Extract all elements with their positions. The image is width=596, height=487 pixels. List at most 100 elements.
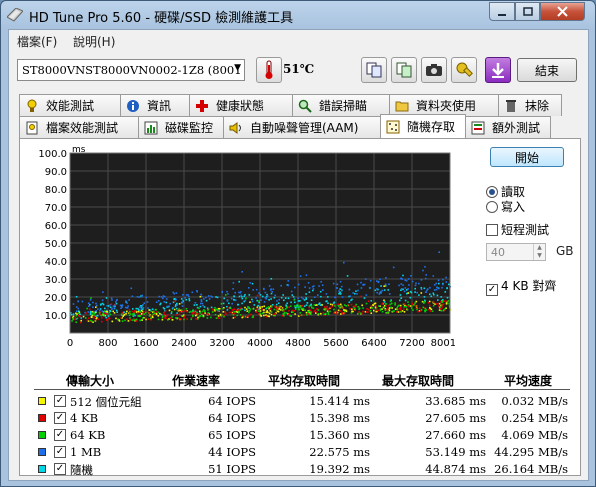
drive-dropdown[interactable]: ST8000VNST8000VN0002-1Z8 (8001 gB ▼ bbox=[17, 59, 245, 81]
tab-disk-monitor-label: 磁碟監控 bbox=[165, 121, 214, 135]
data-point bbox=[211, 311, 214, 313]
series-checkbox[interactable]: ✓ bbox=[54, 463, 66, 475]
copy-text-button[interactable] bbox=[361, 57, 387, 83]
data-point bbox=[388, 283, 390, 285]
data-point bbox=[295, 305, 297, 307]
data-point bbox=[234, 299, 237, 302]
series-checkbox[interactable]: ✓ bbox=[54, 429, 66, 441]
save-button[interactable] bbox=[485, 57, 511, 83]
data-point bbox=[203, 298, 205, 300]
data-point bbox=[238, 309, 240, 311]
data-point bbox=[221, 314, 223, 316]
data-point bbox=[241, 271, 243, 273]
short-test-size-spinner[interactable]: 40 ▲ ▼ bbox=[486, 243, 546, 261]
data-point bbox=[370, 300, 373, 302]
data-point bbox=[222, 302, 225, 305]
tab-disk-monitor[interactable]: 磁碟監控 bbox=[138, 116, 224, 138]
data-point bbox=[276, 307, 278, 309]
average-access-time: 15.360 ms bbox=[309, 428, 370, 442]
write-radio[interactable]: 寫入 bbox=[486, 198, 525, 215]
data-point bbox=[210, 306, 213, 309]
tab-folder-usage[interactable]: 資料夾使用 bbox=[389, 94, 499, 116]
data-point bbox=[367, 300, 370, 302]
wrench-icon bbox=[456, 62, 473, 77]
data-point bbox=[274, 305, 276, 308]
data-point bbox=[259, 294, 262, 296]
data-point bbox=[268, 312, 271, 315]
align-4kb-checkbox[interactable]: ✓ 4 KB 對齊 bbox=[486, 277, 556, 296]
data-point bbox=[72, 315, 75, 318]
data-point bbox=[129, 318, 132, 321]
data-point bbox=[411, 305, 413, 307]
tab-benchmark[interactable]: 效能測試 bbox=[19, 94, 121, 116]
drive-dropdown-value: ST8000VNST8000VN0002-1Z8 (8001 gB bbox=[22, 63, 245, 77]
data-point bbox=[310, 303, 312, 306]
tab-aam[interactable]: 自動噪聲管理(AAM) bbox=[223, 116, 381, 138]
tab-random-access[interactable]: 隨機存取 bbox=[380, 114, 466, 138]
data-point bbox=[399, 304, 402, 307]
screenshot-button[interactable] bbox=[421, 57, 447, 83]
data-point bbox=[357, 312, 359, 315]
data-point bbox=[91, 313, 93, 316]
copy-info-button[interactable] bbox=[391, 57, 417, 83]
short-test-checkbox[interactable]: 短程測試 bbox=[486, 221, 549, 238]
tab-random-access-label: 隨機存取 bbox=[407, 120, 456, 134]
minimize-button[interactable] bbox=[489, 2, 515, 21]
series-checkbox[interactable]: ✓ bbox=[54, 412, 66, 424]
data-point bbox=[172, 291, 175, 294]
tab-file-benchmark[interactable]: 檔案效能測試 bbox=[19, 116, 139, 138]
data-point bbox=[129, 317, 131, 319]
data-point bbox=[85, 312, 87, 314]
data-point bbox=[131, 310, 133, 313]
menu-file[interactable]: 檔案(F) bbox=[17, 33, 57, 50]
data-point bbox=[111, 299, 113, 301]
data-point bbox=[263, 288, 265, 291]
average-access-time: 19.392 ms bbox=[309, 462, 370, 476]
data-point bbox=[280, 284, 282, 287]
tab-error-scan[interactable]: 錯誤掃瞄 bbox=[292, 94, 390, 116]
data-point bbox=[405, 306, 408, 308]
tab-erase[interactable]: 抹除 bbox=[498, 94, 562, 116]
data-point bbox=[135, 307, 138, 310]
data-point bbox=[274, 312, 277, 315]
data-point bbox=[307, 310, 309, 313]
data-point bbox=[100, 314, 103, 317]
maximize-button[interactable] bbox=[515, 2, 540, 21]
data-point bbox=[248, 306, 250, 309]
data-point bbox=[360, 287, 363, 289]
copy-icon bbox=[366, 62, 382, 78]
y-tick-label: 90.0 bbox=[45, 167, 67, 178]
close-button[interactable] bbox=[540, 2, 585, 21]
data-point bbox=[88, 308, 91, 311]
title-bar: HD Tune Pro 5.60 - 硬碟/SSD 檢測維護工具 bbox=[1, 1, 595, 29]
header-divider bbox=[34, 389, 570, 390]
data-point bbox=[423, 296, 426, 298]
data-point bbox=[203, 306, 206, 308]
data-point bbox=[168, 305, 170, 308]
start-button[interactable]: 開始 bbox=[490, 147, 564, 167]
data-point bbox=[333, 312, 335, 314]
data-point bbox=[327, 302, 329, 304]
series-checkbox[interactable]: ✓ bbox=[54, 395, 66, 407]
data-point bbox=[325, 312, 327, 315]
data-point bbox=[87, 311, 89, 313]
exit-button[interactable]: 結束 bbox=[517, 58, 577, 82]
data-point bbox=[444, 291, 447, 293]
data-point bbox=[214, 308, 217, 311]
data-point bbox=[383, 299, 385, 302]
options-button[interactable] bbox=[451, 57, 477, 83]
data-point bbox=[215, 317, 218, 319]
menu-help[interactable]: 說明(H) bbox=[73, 33, 115, 50]
data-point bbox=[290, 305, 292, 307]
temperature-button[interactable] bbox=[256, 57, 282, 83]
tab-info[interactable]: 資訊 bbox=[120, 94, 190, 116]
data-point bbox=[327, 311, 329, 314]
data-point bbox=[152, 313, 155, 316]
series-checkbox[interactable]: ✓ bbox=[54, 446, 66, 458]
tab-extra-tests[interactable]: 額外測試 bbox=[465, 116, 551, 138]
data-point bbox=[403, 308, 405, 310]
data-point bbox=[81, 300, 84, 303]
tab-health[interactable]: 健康狀態 bbox=[189, 94, 293, 116]
data-point bbox=[97, 318, 100, 321]
data-point bbox=[95, 315, 97, 318]
